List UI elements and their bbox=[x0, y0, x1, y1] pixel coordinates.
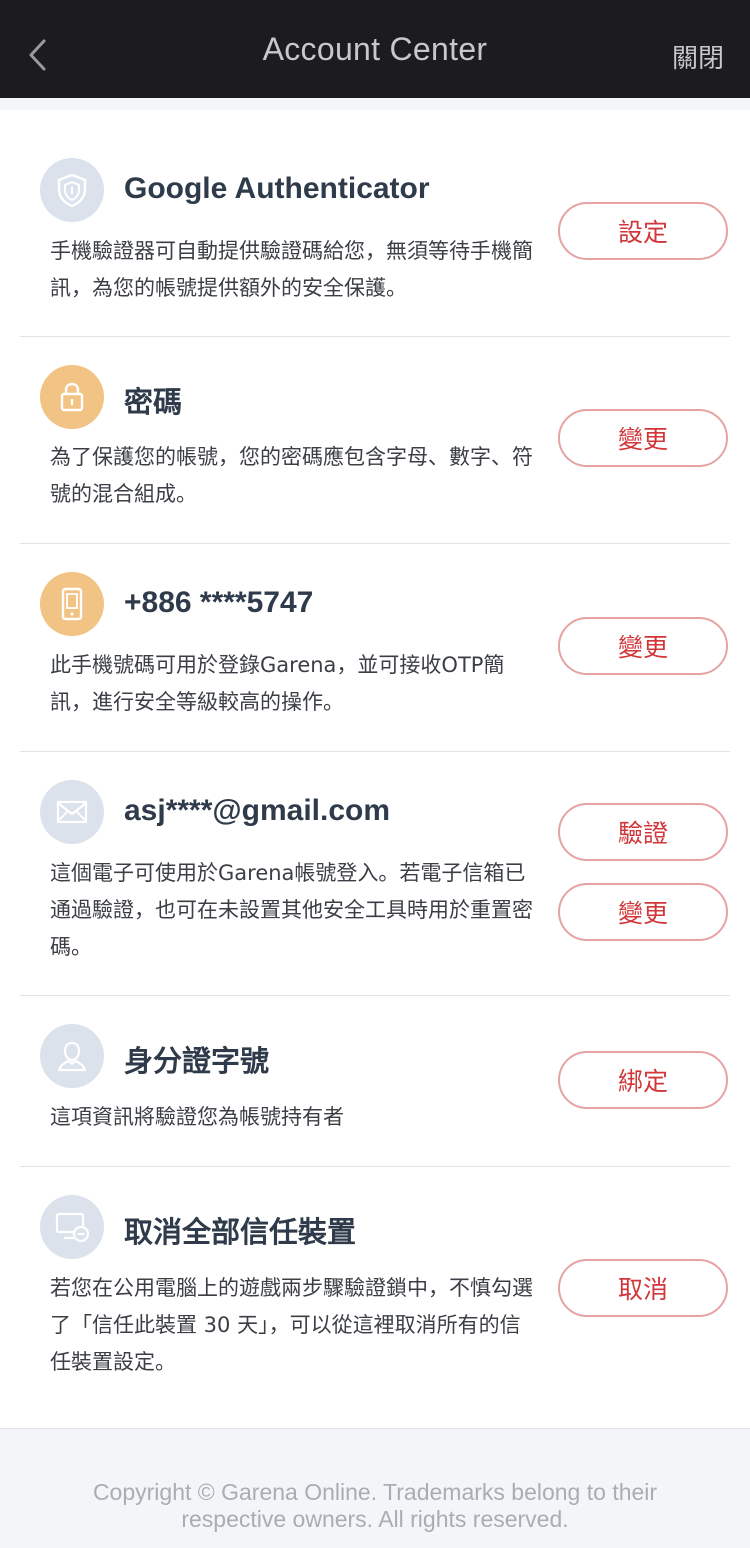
copyright-text: Copyright © Garena Online. Trademarks be… bbox=[0, 1479, 750, 1533]
change-phone-button[interactable]: 變更 bbox=[558, 617, 728, 675]
password-item: 密碼 為了保護您的帳號，您的密碼應包含字母、數字、符號的混合組成。 變更 bbox=[20, 337, 730, 544]
trusted-devices-item: 取消全部信任裝置 若您在公用電腦上的遊戲兩步驟驗證鎖中，不慎勾選了「信任此裝置 … bbox=[20, 1167, 730, 1429]
cancel-trusted-devices-button[interactable]: 取消 bbox=[558, 1259, 728, 1317]
item-description: 這項資訊將驗證您為帳號持有者 bbox=[50, 1105, 344, 1129]
page-title: Account Center bbox=[262, 30, 488, 67]
item-title: 密碼 bbox=[124, 385, 183, 419]
google-authenticator-item: Google Authenticator 手機驗證器可自動提供驗證碼給您，無須等… bbox=[20, 110, 730, 337]
change-password-button[interactable]: 變更 bbox=[558, 409, 728, 467]
item-title: asj****@gmail.com bbox=[124, 794, 391, 827]
phone-item: +886 ****5747 此手機號碼可用於登錄Garena，並可接收OTP簡訊… bbox=[20, 544, 730, 752]
verify-email-button[interactable]: 驗證 bbox=[558, 803, 728, 861]
close-button[interactable]: 關閉 bbox=[672, 38, 724, 75]
id-number-item: 身分證字號 這項資訊將驗證您為帳號持有者 綁定 bbox=[20, 996, 730, 1167]
item-title: 身分證字號 bbox=[124, 1044, 270, 1078]
back-chevron-icon[interactable] bbox=[26, 38, 50, 72]
setup-button[interactable]: 設定 bbox=[558, 202, 728, 260]
device-remove-icon bbox=[40, 1195, 104, 1259]
item-description: 此手機號碼可用於登錄Garena，並可接收OTP簡訊，進行安全等級較高的操作。 bbox=[50, 653, 505, 714]
mail-icon bbox=[40, 780, 104, 844]
security-list: Google Authenticator 手機驗證器可自動提供驗證碼給您，無須等… bbox=[0, 110, 750, 1429]
copyright-line-2: respective owners. All rights reserved. bbox=[181, 1506, 569, 1532]
item-title: +886 ****5747 bbox=[124, 586, 314, 619]
change-email-button[interactable]: 變更 bbox=[558, 883, 728, 941]
top-bar: Account Center 關閉 bbox=[0, 0, 750, 98]
item-description: 手機驗證器可自動提供驗證碼給您，無須等待手機簡訊，為您的帳號提供額外的安全保護。 bbox=[50, 239, 533, 300]
footer: Copyright © Garena Online. Trademarks be… bbox=[0, 1428, 750, 1548]
item-title: Google Authenticator bbox=[124, 172, 430, 205]
user-icon bbox=[40, 1024, 104, 1088]
item-description: 這個電子可使用於Garena帳號登入。若電子信箱已通過驗證，也可在未設置其他安全… bbox=[50, 861, 533, 959]
lock-icon bbox=[40, 365, 104, 429]
bind-id-button[interactable]: 綁定 bbox=[558, 1051, 728, 1109]
item-title: 取消全部信任裝置 bbox=[124, 1215, 357, 1249]
item-description: 為了保護您的帳號，您的密碼應包含字母、數字、符號的混合組成。 bbox=[50, 445, 533, 506]
item-description: 若您在公用電腦上的遊戲兩步驟驗證鎖中，不慎勾選了「信任此裝置 30 天」，可以從… bbox=[50, 1276, 533, 1374]
copyright-line-1: Copyright © Garena Online. Trademarks be… bbox=[92, 1479, 658, 1505]
email-item: asj****@gmail.com 這個電子可使用於Garena帳號登入。若電子… bbox=[20, 752, 730, 996]
shield-icon bbox=[40, 158, 104, 222]
phone-icon bbox=[40, 572, 104, 636]
